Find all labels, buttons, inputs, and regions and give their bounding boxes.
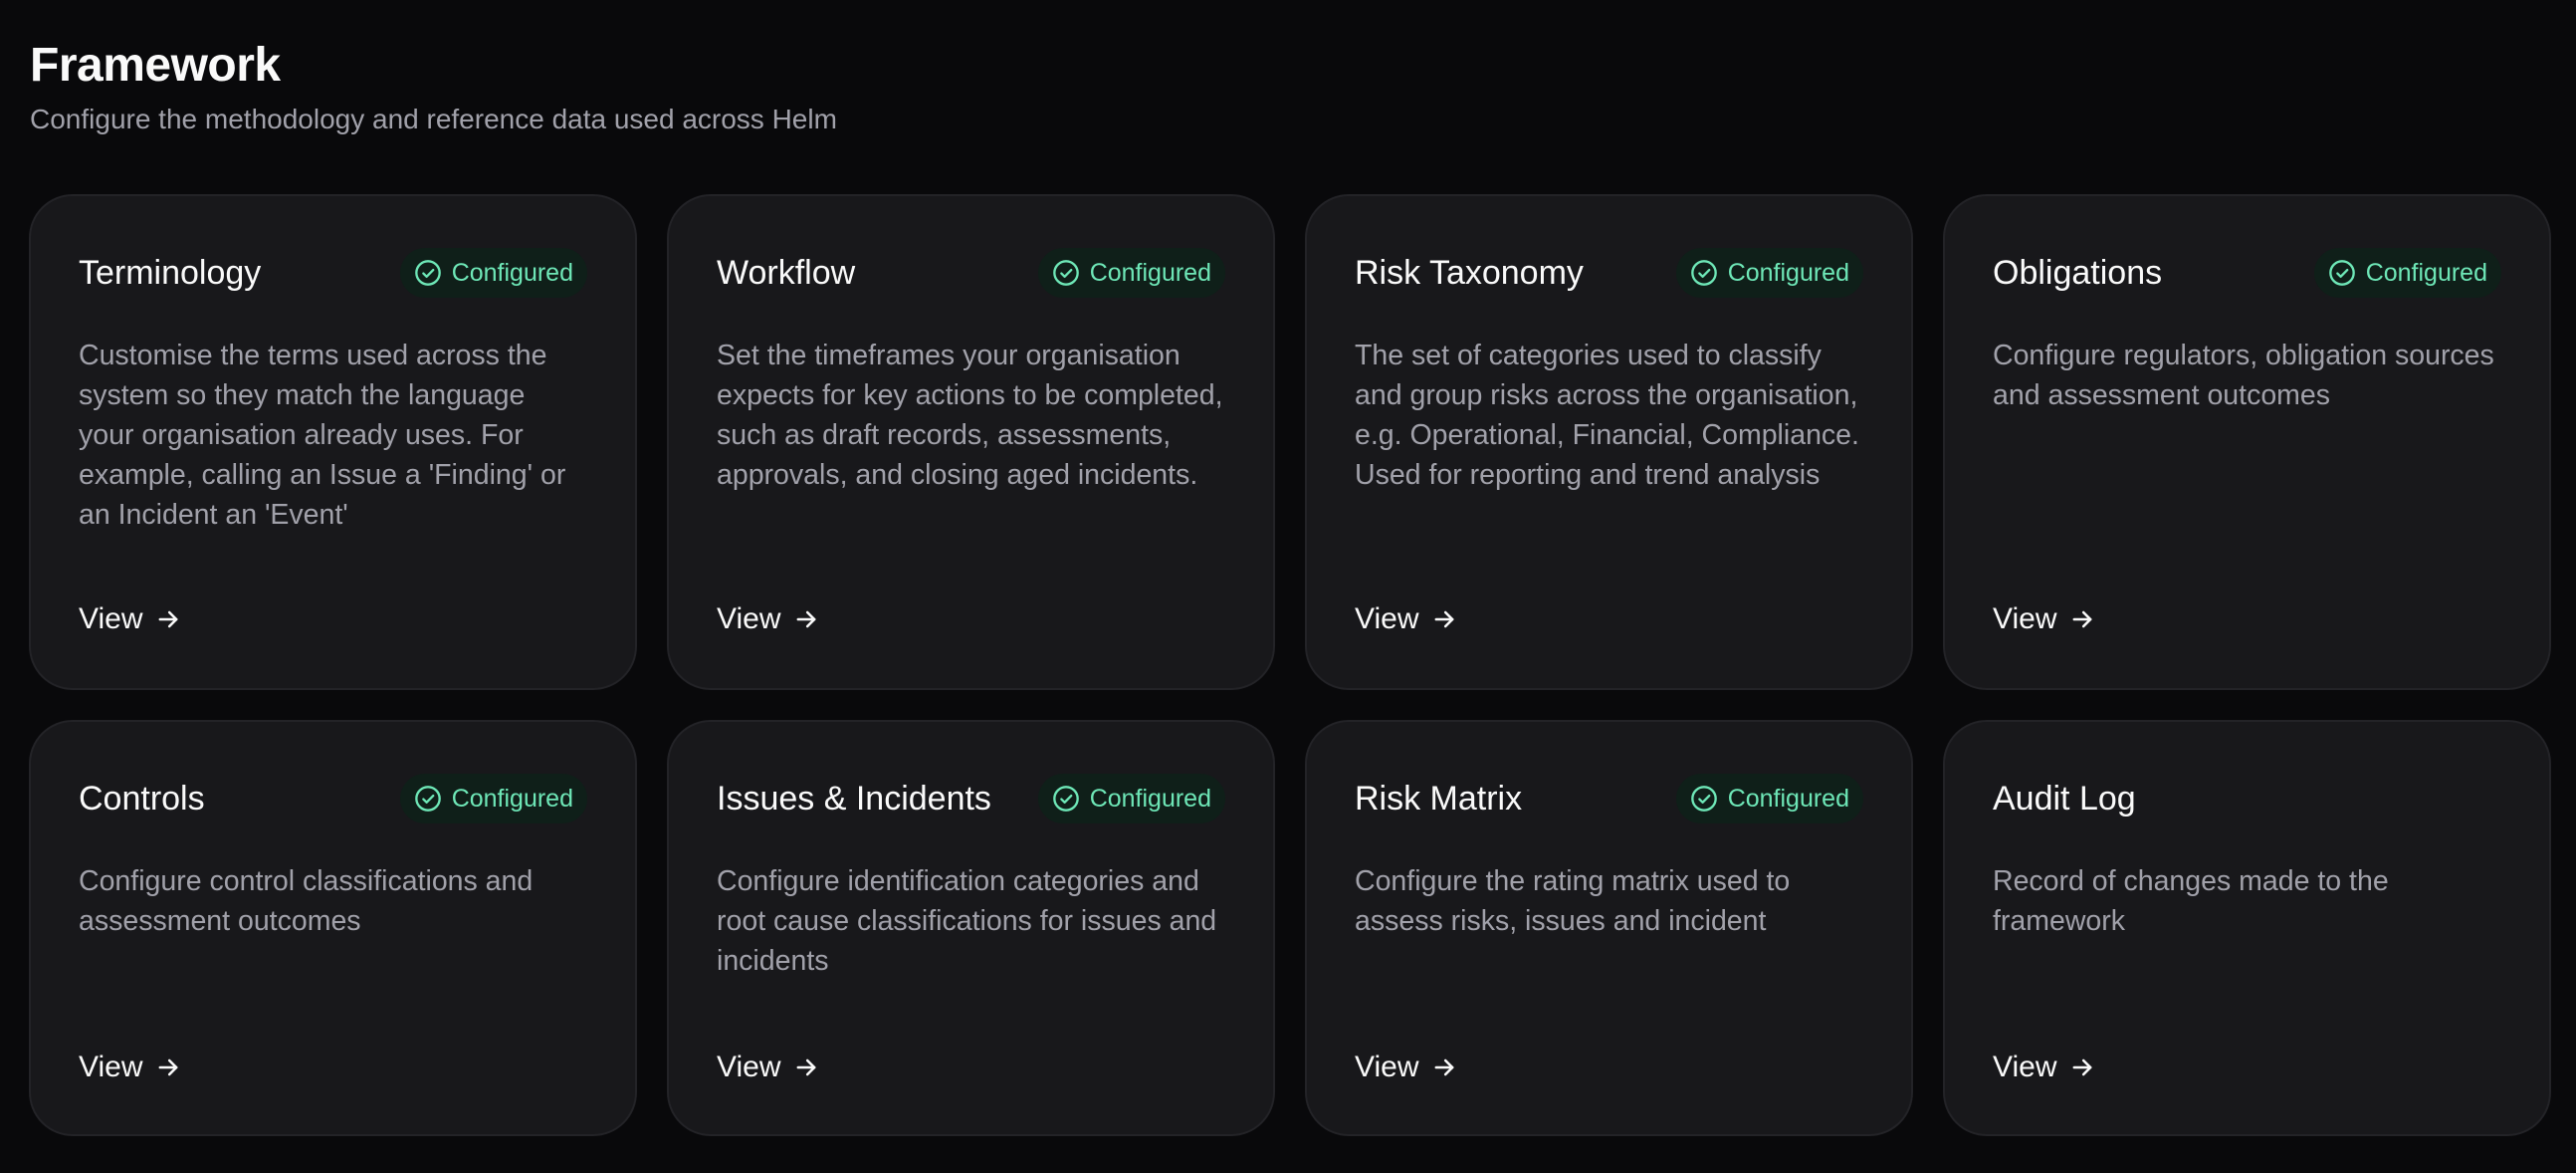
card-header: Risk Taxonomy Configured: [1355, 248, 1863, 298]
card-title: Issues & Incidents: [717, 779, 991, 818]
arrow-right-icon: [2073, 610, 2092, 628]
card-audit-log: Audit Log Record of changes made to the …: [1943, 720, 2551, 1136]
card-header: Audit Log: [1993, 774, 2501, 823]
status-badge-label: Configured: [451, 784, 573, 813]
card-risk-matrix: Risk Matrix Configured Configure the rat…: [1305, 720, 1913, 1136]
card-title: Controls: [79, 779, 205, 818]
status-badge-label: Configured: [1089, 784, 1211, 813]
card-header: Terminology Configured: [79, 248, 587, 298]
arrow-right-icon: [1435, 610, 1454, 628]
card-description: Configure identification categories and …: [717, 865, 1217, 977]
card-risk-taxonomy: Risk Taxonomy Configured The set of cate…: [1305, 194, 1913, 690]
view-link-label: View: [1993, 1051, 2057, 1083]
status-badge-label: Configured: [1727, 258, 1849, 287]
status-badge: Configured: [1037, 774, 1225, 823]
status-badge: Configured: [1675, 248, 1863, 298]
arrow-right-icon: [159, 1058, 178, 1076]
card-obligations: Obligations Configured Configure regulat…: [1943, 194, 2551, 690]
check-circle-icon: [1690, 260, 1717, 286]
card-title: Terminology: [79, 253, 262, 292]
view-link-label: View: [717, 602, 781, 635]
arrow-right-icon: [159, 610, 178, 628]
card-issues-incidents: Issues & Incidents Configured Configure …: [667, 720, 1275, 1136]
card-title: Risk Matrix: [1355, 779, 1523, 818]
status-badge: Configured: [1037, 248, 1225, 298]
view-link-label: View: [1355, 602, 1419, 635]
arrow-right-icon: [1435, 1058, 1454, 1076]
card-title: Workflow: [717, 253, 856, 292]
view-link-obligations[interactable]: View: [1993, 602, 2096, 636]
check-circle-icon: [1052, 786, 1079, 812]
check-circle-icon: [1690, 786, 1717, 812]
view-link-audit-log[interactable]: View: [1993, 1051, 2096, 1084]
card-title: Obligations: [1993, 253, 2163, 292]
card-description: Configure regulators, obligation sources…: [1993, 340, 2494, 411]
card-header: Workflow Configured: [717, 248, 1225, 298]
view-link-terminology[interactable]: View: [79, 602, 182, 636]
view-link-label: View: [79, 602, 143, 635]
status-badge-label: Configured: [1727, 784, 1849, 813]
card-description: Configure the rating matrix used to asse…: [1355, 865, 1791, 937]
card-header: Controls Configured: [79, 774, 587, 823]
card-header: Obligations Configured: [1993, 248, 2501, 298]
framework-card-grid: Terminology Configured Customise the ter…: [29, 194, 2551, 1136]
arrow-right-icon: [797, 1058, 816, 1076]
card-description: Set the timeframes your organisation exp…: [717, 340, 1223, 491]
view-link-workflow[interactable]: View: [717, 602, 820, 636]
view-link-risk-taxonomy[interactable]: View: [1355, 602, 1458, 636]
check-circle-icon: [414, 260, 441, 286]
view-link-label: View: [79, 1051, 143, 1083]
check-circle-icon: [2328, 260, 2355, 286]
page-title: Framework: [30, 39, 281, 92]
view-link-controls[interactable]: View: [79, 1051, 182, 1084]
card-description: Record of changes made to the framework: [1993, 865, 2389, 937]
status-badge-label: Configured: [2365, 258, 2487, 287]
page-header: Framework Configure the methodology and …: [30, 36, 837, 137]
status-badge: Configured: [1675, 774, 1863, 823]
view-link-risk-matrix[interactable]: View: [1355, 1051, 1458, 1084]
view-link-issues-incidents[interactable]: View: [717, 1051, 820, 1084]
status-badge-label: Configured: [451, 258, 573, 287]
page-subtitle: Configure the methodology and reference …: [30, 104, 837, 134]
card-description: Configure control classifications and as…: [79, 865, 534, 937]
card-title: Risk Taxonomy: [1355, 253, 1584, 292]
view-link-label: View: [1993, 602, 2057, 635]
card-header: Risk Matrix Configured: [1355, 774, 1863, 823]
view-link-label: View: [717, 1051, 781, 1083]
arrow-right-icon: [2073, 1058, 2092, 1076]
card-terminology: Terminology Configured Customise the ter…: [29, 194, 637, 690]
view-link-label: View: [1355, 1051, 1419, 1083]
card-title: Audit Log: [1993, 779, 2136, 818]
check-circle-icon: [1052, 260, 1079, 286]
arrow-right-icon: [797, 610, 816, 628]
card-description: Customise the terms used across the syst…: [79, 340, 566, 531]
card-controls: Controls Configured Configure control cl…: [29, 720, 637, 1136]
card-header: Issues & Incidents Configured: [717, 774, 1225, 823]
status-badge: Configured: [399, 248, 587, 298]
card-workflow: Workflow Configured Set the timeframes y…: [667, 194, 1275, 690]
status-badge: Configured: [2313, 248, 2501, 298]
check-circle-icon: [414, 786, 441, 812]
status-badge: Configured: [399, 774, 587, 823]
status-badge-label: Configured: [1089, 258, 1211, 287]
card-description: The set of categories used to classify a…: [1355, 340, 1859, 491]
